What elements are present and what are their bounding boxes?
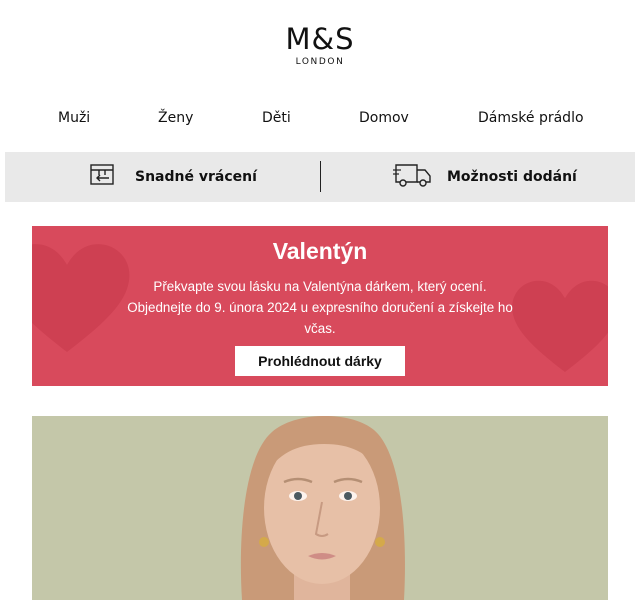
service-divider [320, 161, 321, 192]
delivery-truck-icon [393, 161, 433, 194]
easy-returns-label: Snadné vrácení [135, 169, 257, 185]
brand-name: M&S [285, 22, 355, 56]
promo-text: Překvapte svou lásku na Valentýna dárkem… [127, 279, 513, 336]
nav-item-men[interactable]: Muži [58, 110, 90, 126]
main-nav: Muži Ženy Děti Domov Dámské prádlo [0, 110, 640, 130]
brand-sub: LONDON [295, 57, 345, 67]
woman-portrait-image [32, 416, 608, 600]
delivery-options-link[interactable]: Možnosti dodání [393, 152, 577, 202]
nav-item-lingerie[interactable]: Dámské prádlo [478, 110, 584, 126]
easy-returns-link[interactable]: Snadné vrácení [89, 152, 257, 202]
brand-logo[interactable]: M&S LONDON [0, 22, 640, 67]
promo-title: Valentýn [272, 238, 368, 264]
valentine-promo-banner: Valentýn Překvapte svou lásku na Valentý… [32, 226, 608, 386]
return-box-icon [89, 163, 117, 192]
hero-image[interactable] [32, 416, 608, 600]
service-bar: Snadné vrácení Možnosti dodání [5, 152, 635, 202]
delivery-options-label: Možnosti dodání [447, 169, 577, 185]
nav-item-home[interactable]: Domov [359, 110, 409, 126]
browse-gifts-button[interactable]: Prohlédnout dárky [235, 346, 405, 376]
heart-decoration-right [512, 280, 608, 372]
nav-item-kids[interactable]: Děti [262, 110, 291, 126]
nav-item-women[interactable]: Ženy [158, 110, 193, 126]
